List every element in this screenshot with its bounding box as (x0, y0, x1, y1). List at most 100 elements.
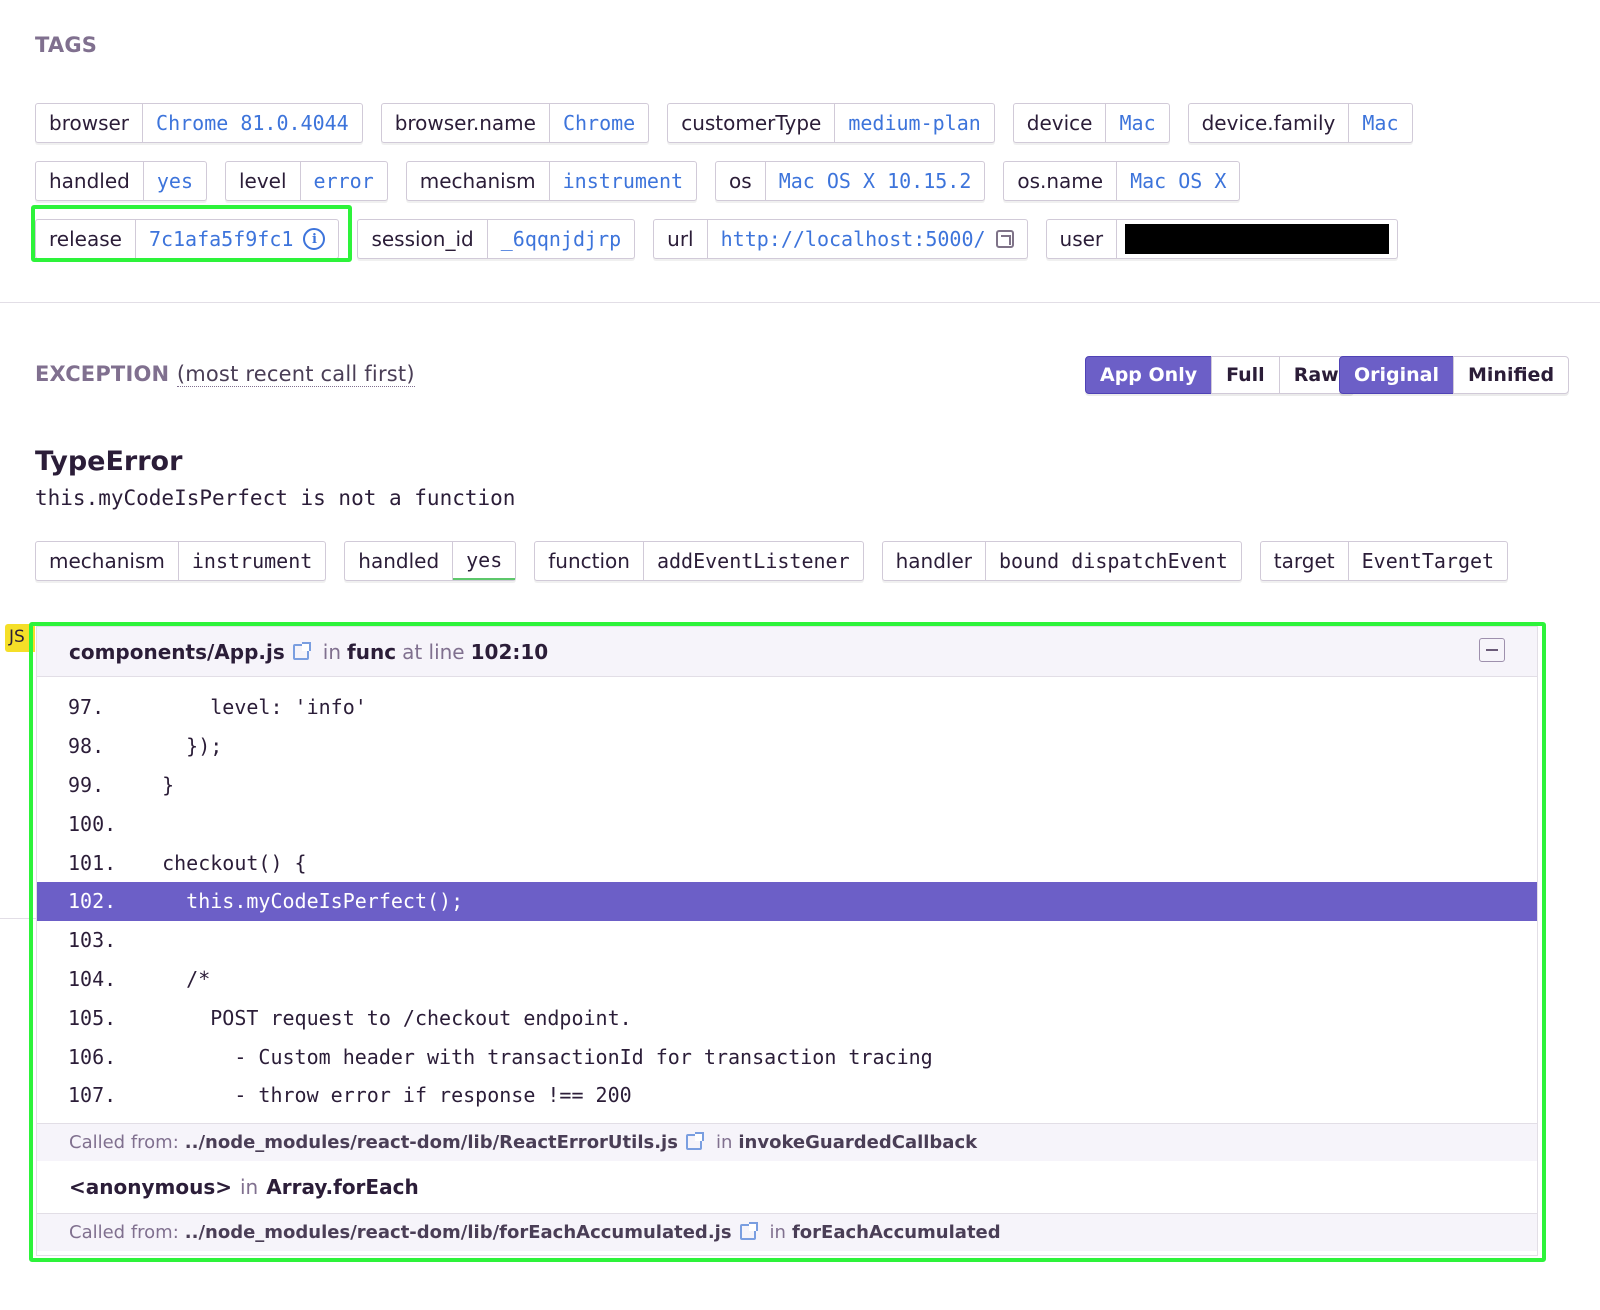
line-code: POST request to /checkout endpoint. (138, 1005, 632, 1030)
tag-key: browser (36, 104, 144, 142)
tag-value[interactable]: Mac (1106, 104, 1168, 142)
minified-button[interactable]: Minified (1453, 356, 1570, 394)
tag-key: url (654, 220, 708, 258)
code-line: 103. (37, 921, 1537, 960)
anonymous-frame-name: <anonymous> (69, 1174, 232, 1199)
tag-value[interactable]: Mac OS X (1117, 162, 1239, 200)
tag-key: os.name (1004, 162, 1118, 200)
tag-key: mechanism (36, 542, 179, 580)
minus-icon (1486, 649, 1498, 651)
tag-value[interactable]: instrument (550, 162, 696, 200)
tag-user[interactable]: user (1045, 219, 1399, 259)
tag-customer-type[interactable]: customerType medium-plan (667, 103, 995, 143)
frame-filename[interactable]: components/App.js (69, 640, 285, 664)
frame-at-line-label: at line (402, 639, 465, 664)
tag-key: mechanism (407, 162, 550, 200)
called-from-function: invokeGuardedCallback (738, 1131, 978, 1153)
divider (0, 918, 36, 919)
anonymous-frame-in-label: in (240, 1174, 259, 1199)
line-number: 101. (68, 850, 117, 875)
tag-row: handled yes level error mechanism instrumen… (35, 161, 1575, 201)
tag-value[interactable]: Chrome (550, 104, 648, 142)
tag-key: user (1047, 220, 1118, 258)
tag-key: session_id (358, 220, 488, 258)
tag-value[interactable]: medium-plan (835, 104, 993, 142)
line-number: 102. (68, 889, 117, 914)
line-number: 106. (68, 1044, 117, 1069)
code-line: 104. /* (37, 960, 1537, 999)
called-from-in-label: in (715, 1131, 733, 1153)
tag-release[interactable]: release 7c1afa5f9fc1 i (35, 219, 340, 259)
tag-value[interactable]: _6qqnjdjrp (488, 220, 634, 258)
tag-value: instrument (191, 549, 313, 573)
tag-value[interactable]: yes (144, 162, 206, 200)
tag-os-name[interactable]: os.name Mac OS X (1003, 161, 1241, 201)
tag-value[interactable]: Mac OS X 10.15.2 (766, 162, 985, 200)
tag-value[interactable]: http://localhost:5000/ (721, 227, 986, 251)
tag-os[interactable]: os Mac OS X 10.15.2 (715, 161, 986, 201)
tag-value[interactable]: error (301, 162, 387, 200)
code-context: 97. level: 'info' 98. }); 99. } 100. 101… (37, 677, 1537, 1115)
tag-key: device.family (1189, 104, 1350, 142)
tag-device[interactable]: device Mac (1012, 103, 1170, 143)
tag-level[interactable]: level error (224, 161, 388, 201)
tag-row: release 7c1afa5f9fc1 i session_id _6qqnjdjr… (35, 219, 1575, 259)
tag-value: bound dispatchEvent (999, 549, 1228, 573)
exception-subheading[interactable]: (most recent call first) (176, 362, 415, 387)
tag-device-family[interactable]: device.family Mac (1187, 103, 1413, 143)
mech-tag-target: target EventTarget (1259, 541, 1509, 581)
tag-key: device (1014, 104, 1107, 142)
tag-value-wrap[interactable]: 7c1afa5f9fc1 i (136, 220, 339, 258)
anonymous-frame-row[interactable]: <anonymous> in Array.forEach (37, 1161, 1537, 1213)
called-from-row[interactable]: Called from: ../node_modules/react-dom/l… (37, 1122, 1537, 1161)
line-code: - throw error if response !== 200 (138, 1083, 632, 1108)
line-number: 103. (68, 928, 117, 953)
app-only-button[interactable]: App Only (1085, 356, 1213, 394)
tag-value[interactable]: Mac (1349, 104, 1411, 142)
called-from-file[interactable]: ../node_modules/react-dom/lib/forEachAcc… (185, 1222, 732, 1243)
called-from-label: Called from: (69, 1221, 179, 1243)
tag-key: customerType (668, 104, 836, 142)
external-link-icon[interactable] (292, 641, 311, 660)
called-from-file[interactable]: ../node_modules/react-dom/lib/ReactError… (185, 1132, 678, 1153)
called-from-function: forEachAccumulated (791, 1221, 1001, 1243)
info-icon[interactable]: i (303, 228, 326, 250)
tag-browser-name[interactable]: browser.name Chrome (380, 103, 650, 143)
tag-handled[interactable]: handled yes (35, 161, 207, 201)
format-toggle: Original Minified (1339, 356, 1570, 394)
code-line: 107. - throw error if response !== 200 (37, 1076, 1537, 1115)
code-line: 98. }); (37, 727, 1537, 766)
collapse-button[interactable] (1479, 638, 1505, 662)
frame-header[interactable]: components/App.js in func at line 102:10 (37, 627, 1537, 677)
tag-session-id[interactable]: session_id _6qqnjdjrp (357, 219, 636, 259)
original-button[interactable]: Original (1339, 356, 1455, 394)
line-number: 100. (68, 811, 117, 836)
external-link-icon[interactable] (685, 1132, 704, 1151)
frame-line-col: 102:10 (470, 639, 549, 664)
tag-browser[interactable]: browser Chrome 81.0.4044 (35, 103, 363, 143)
tag-value[interactable]: 7c1afa5f9fc1 (149, 227, 294, 251)
anonymous-frame-function: Array.forEach (266, 1174, 419, 1199)
tag-value[interactable]: Chrome 81.0.4044 (143, 104, 362, 142)
called-from-row[interactable]: Called from: ../node_modules/react-dom/l… (37, 1212, 1537, 1251)
line-number: 104. (68, 966, 117, 991)
platform-badge: JS (5, 624, 35, 652)
tag-row: browser Chrome 81.0.4044 browser.name Chro… (35, 103, 1575, 143)
code-line-active: 102. this.myCodeIsPerfect(); (37, 881, 1537, 921)
line-code: /* (138, 966, 211, 991)
tag-value: yes (453, 542, 516, 580)
called-from-label: Called from: (69, 1131, 179, 1153)
code-line: 101. checkout() { (37, 843, 1537, 882)
tag-key: os (716, 162, 766, 200)
tag-mechanism[interactable]: mechanism instrument (405, 161, 698, 201)
redacted-value (1125, 224, 1390, 254)
tag-url[interactable]: url http://localhost:5000/ (653, 219, 1028, 259)
tag-value-wrap[interactable]: http://localhost:5000/ (708, 220, 1027, 258)
tag-key: level (226, 162, 301, 200)
view-toggle: App Only Full Raw (1085, 356, 1354, 394)
external-link-icon[interactable] (739, 1222, 758, 1241)
tag-key: release (36, 220, 136, 258)
full-button[interactable]: Full (1211, 356, 1280, 394)
line-number: 97. (68, 695, 105, 720)
external-link-icon[interactable] (995, 230, 1014, 248)
